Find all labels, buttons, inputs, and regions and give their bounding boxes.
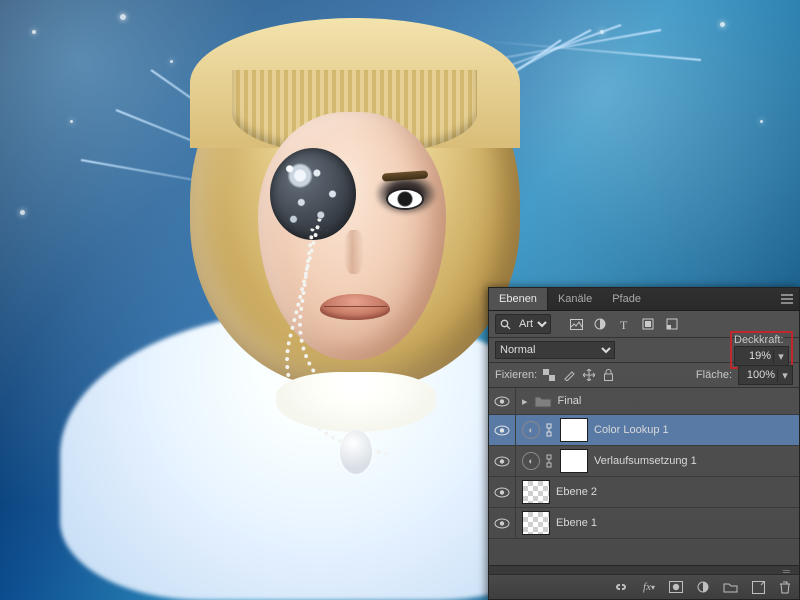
fill-field[interactable] — [739, 368, 777, 382]
fill-input[interactable]: ▾ — [738, 365, 793, 385]
expand-icon[interactable]: ▸ — [522, 395, 528, 408]
link-icon — [546, 454, 554, 468]
opacity-highlight: Deckkraft: ▾ — [730, 331, 793, 369]
mask-thumb[interactable] — [560, 418, 588, 442]
folder-icon — [534, 394, 552, 408]
layer-thumb[interactable] — [522, 480, 550, 504]
fx-icon[interactable]: fx▾ — [643, 581, 655, 593]
panel-tabs: Ebenen Kanäle Pfade — [489, 288, 799, 311]
filter-smart-icon[interactable] — [665, 317, 679, 331]
lock-position-icon[interactable] — [583, 369, 595, 381]
artwork-pendant — [340, 430, 372, 474]
visibility-toggle[interactable] — [494, 487, 510, 498]
tab-channels[interactable]: Kanäle — [548, 288, 602, 310]
layer-name[interactable]: Verlaufsumsetzung 1 — [594, 455, 793, 467]
link-icon — [546, 423, 554, 437]
lock-fill-row: Fixieren: Fläche: ▾ — [489, 363, 799, 388]
artwork-lace-choker — [276, 372, 436, 432]
filter-type-text-icon[interactable]: T — [617, 317, 631, 331]
lock-pixels-icon[interactable] — [563, 369, 575, 381]
svg-text:T: T — [620, 319, 628, 330]
lock-trans-icon[interactable] — [543, 369, 555, 381]
opacity-input[interactable]: ▾ — [734, 346, 789, 366]
filter-adjust-icon[interactable] — [593, 317, 607, 331]
layer-name[interactable]: Color Lookup 1 — [594, 424, 793, 436]
layer-row[interactable]: Ebene 2 — [489, 477, 799, 508]
layer-thumb[interactable] — [522, 511, 550, 535]
search-icon — [496, 319, 515, 330]
chevron-down-icon[interactable]: ▾ — [777, 369, 792, 382]
filter-type-dropdown[interactable]: Art — [495, 314, 551, 334]
panel-bottom-bar: fx▾ — [489, 574, 799, 599]
layer-name[interactable]: Ebene 1 — [556, 517, 793, 529]
filter-type-select[interactable]: Art — [515, 316, 550, 332]
layer-name[interactable]: Ebene 2 — [556, 486, 793, 498]
adjustment-icon: ◐ — [522, 421, 540, 439]
visibility-toggle[interactable] — [494, 456, 510, 467]
tab-layers[interactable]: Ebenen — [489, 288, 548, 310]
layer-list: ▸ Final ◐ Color Lookup 1 ◐ Verlaufsumset… — [489, 388, 799, 539]
adjustment-icon: ◐ — [522, 452, 540, 470]
layer-row[interactable]: Ebene 1 — [489, 508, 799, 539]
lock-all-icon[interactable] — [603, 369, 614, 381]
mask-thumb[interactable] — [560, 449, 588, 473]
visibility-toggle[interactable] — [494, 518, 510, 529]
filter-pixel-icon[interactable] — [569, 317, 583, 331]
layer-row[interactable]: ◐ Color Lookup 1 — [489, 415, 799, 446]
lock-label: Fixieren: — [495, 369, 537, 381]
layer-row[interactable]: ◐ Verlaufsumsetzung 1 — [489, 446, 799, 477]
blend-opacity-row: Normal Deckkraft: ▾ — [489, 338, 799, 363]
link-layers-icon[interactable] — [613, 581, 629, 593]
filter-shape-icon[interactable] — [641, 317, 655, 331]
tab-paths[interactable]: Pfade — [602, 288, 651, 310]
blend-mode-dropdown[interactable]: Normal — [495, 341, 615, 359]
layer-row-group[interactable]: ▸ Final — [489, 388, 799, 415]
trash-icon[interactable] — [779, 581, 791, 594]
fill-label: Fläche: — [696, 369, 732, 381]
layer-name[interactable]: Final — [558, 395, 793, 407]
layers-panel: Ebenen Kanäle Pfade Art T Normal Deckkra… — [488, 287, 800, 600]
add-mask-icon[interactable] — [669, 581, 683, 593]
opacity-field[interactable] — [735, 349, 773, 363]
new-layer-icon[interactable] — [752, 581, 765, 594]
visibility-toggle[interactable] — [494, 425, 510, 436]
opacity-label: Deckkraft: — [734, 334, 784, 346]
visibility-toggle[interactable] — [494, 396, 510, 407]
chevron-down-icon[interactable]: ▾ — [773, 350, 788, 363]
panel-menu-icon[interactable] — [775, 294, 799, 304]
artwork-eye — [388, 190, 422, 208]
new-group-icon[interactable] — [723, 581, 738, 593]
new-adjust-icon[interactable] — [697, 581, 709, 593]
